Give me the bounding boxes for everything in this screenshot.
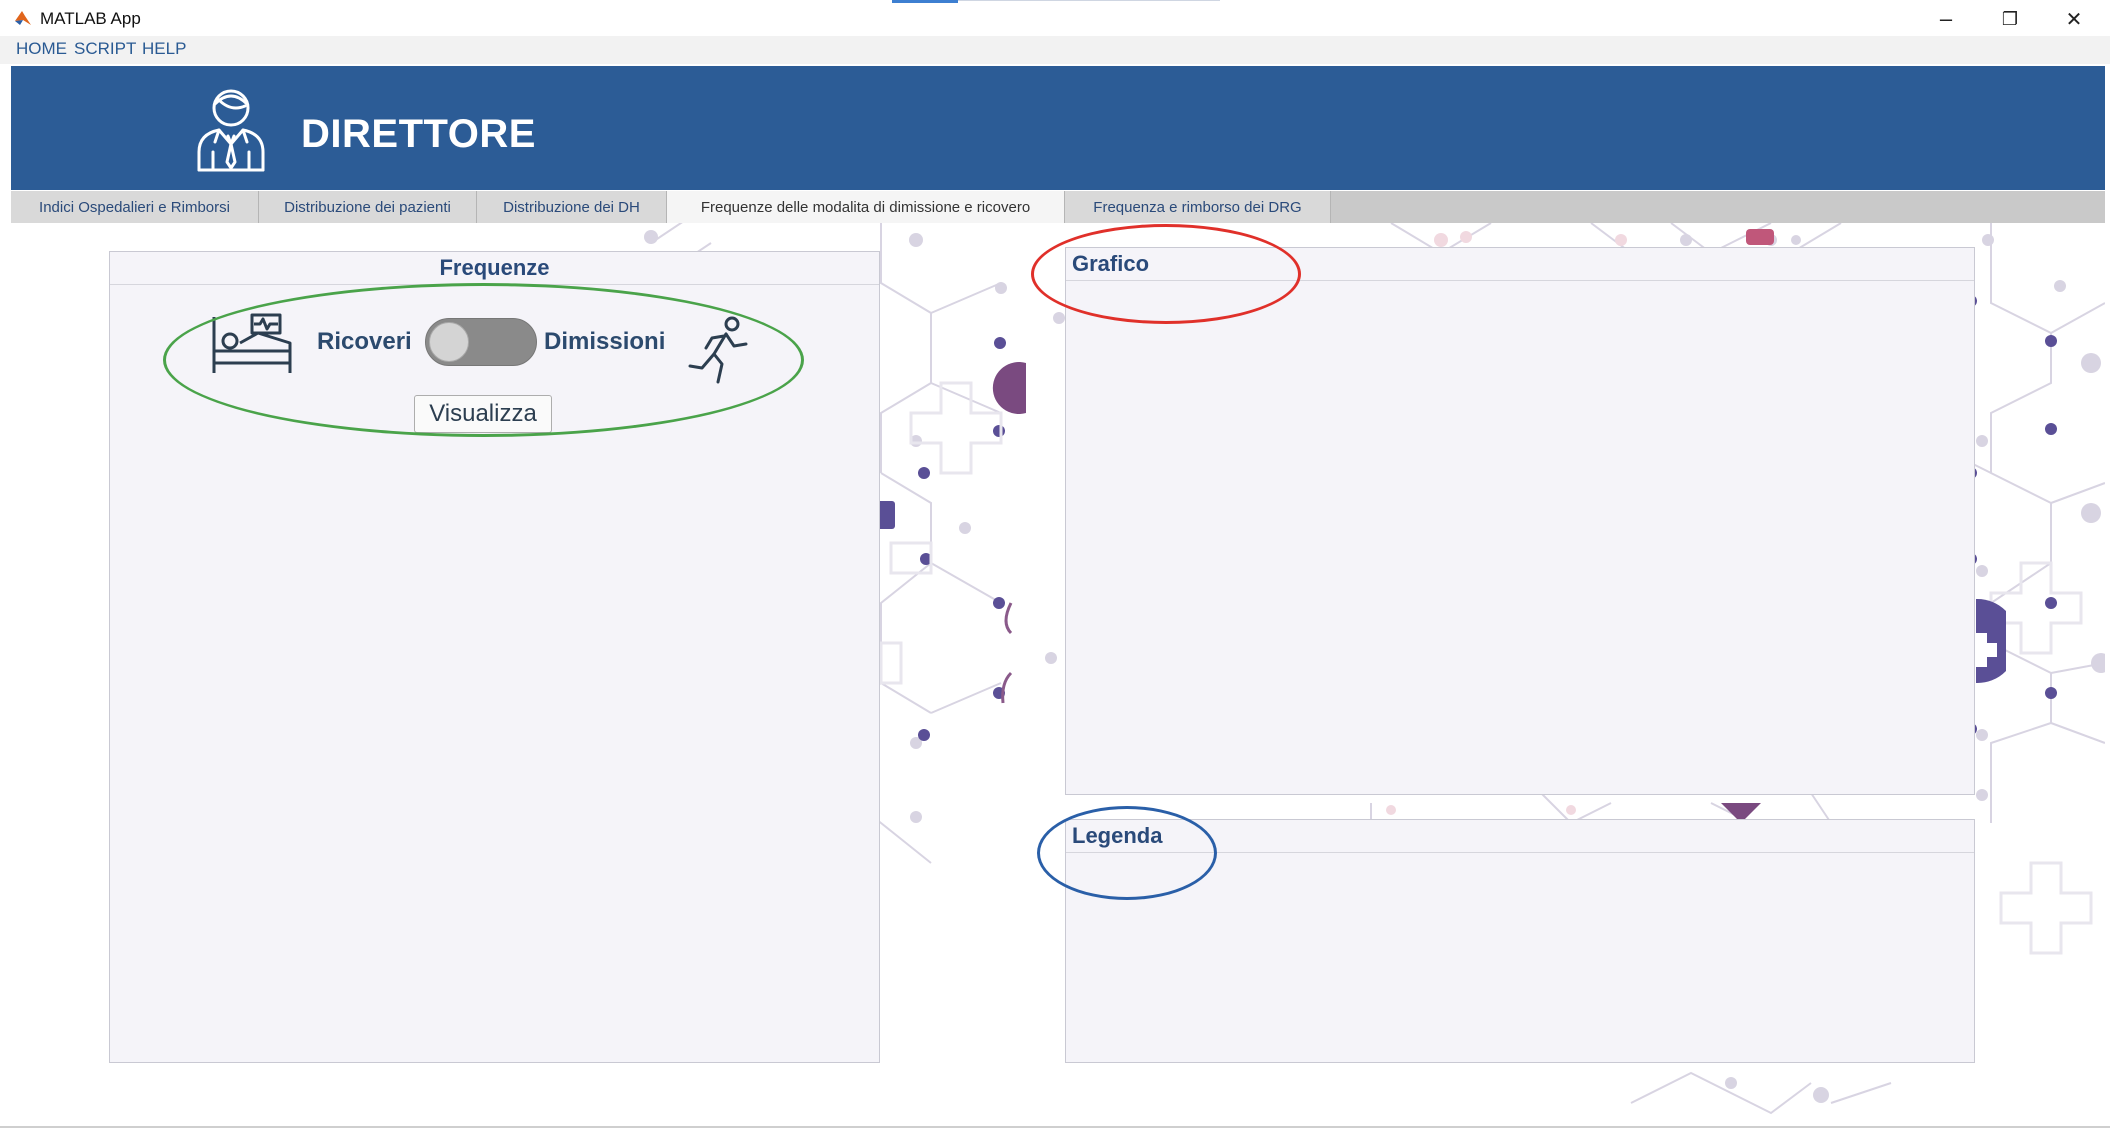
- menu-help[interactable]: HELP: [142, 39, 186, 59]
- restore-button[interactable]: ❐: [1984, 4, 2036, 34]
- window-title: MATLAB App: [40, 9, 141, 28]
- tab-indici-ospedalieri[interactable]: Indici Ospedalieri e Rimborsi: [11, 191, 259, 223]
- matlab-logo-icon: [15, 11, 31, 25]
- menu-script[interactable]: SCRIPT: [74, 39, 136, 59]
- title-accent-line: [892, 0, 958, 3]
- grafico-panel: Grafico: [1065, 247, 1975, 795]
- red-annotation-ellipse: [1031, 224, 1301, 324]
- header-banner: DIRETTORE: [11, 66, 2105, 190]
- close-button[interactable]: ✕: [2048, 4, 2100, 34]
- title-accent-line-light: [958, 0, 1220, 1]
- tab-bar: Indici Ospedalieri e Rimborsi Distribuzi…: [11, 191, 2105, 223]
- frequenze-panel-title: Frequenze: [110, 252, 879, 285]
- blue-annotation-ellipse: [1037, 806, 1217, 900]
- page-title: DIRETTORE: [301, 112, 536, 156]
- tab-frequenza-rimborso-drg[interactable]: Frequenza e rimborso dei DRG: [1065, 191, 1331, 223]
- menu-bar: HOME SCRIPT HELP: [0, 36, 2110, 64]
- businessman-icon: [197, 89, 265, 172]
- minimize-button[interactable]: –: [1920, 4, 1972, 34]
- menu-home[interactable]: HOME: [16, 39, 67, 59]
- green-annotation-ellipse: [163, 283, 804, 437]
- title-bar: MATLAB App – ❐ ✕: [0, 0, 2110, 36]
- tab-frequenze-modalita[interactable]: Frequenze delle modalita di dimissione e…: [667, 191, 1065, 223]
- tab-distribuzione-pazienti[interactable]: Distribuzione dei pazienti: [259, 191, 477, 223]
- tab-distribuzione-dh[interactable]: Distribuzione dei DH: [477, 191, 667, 223]
